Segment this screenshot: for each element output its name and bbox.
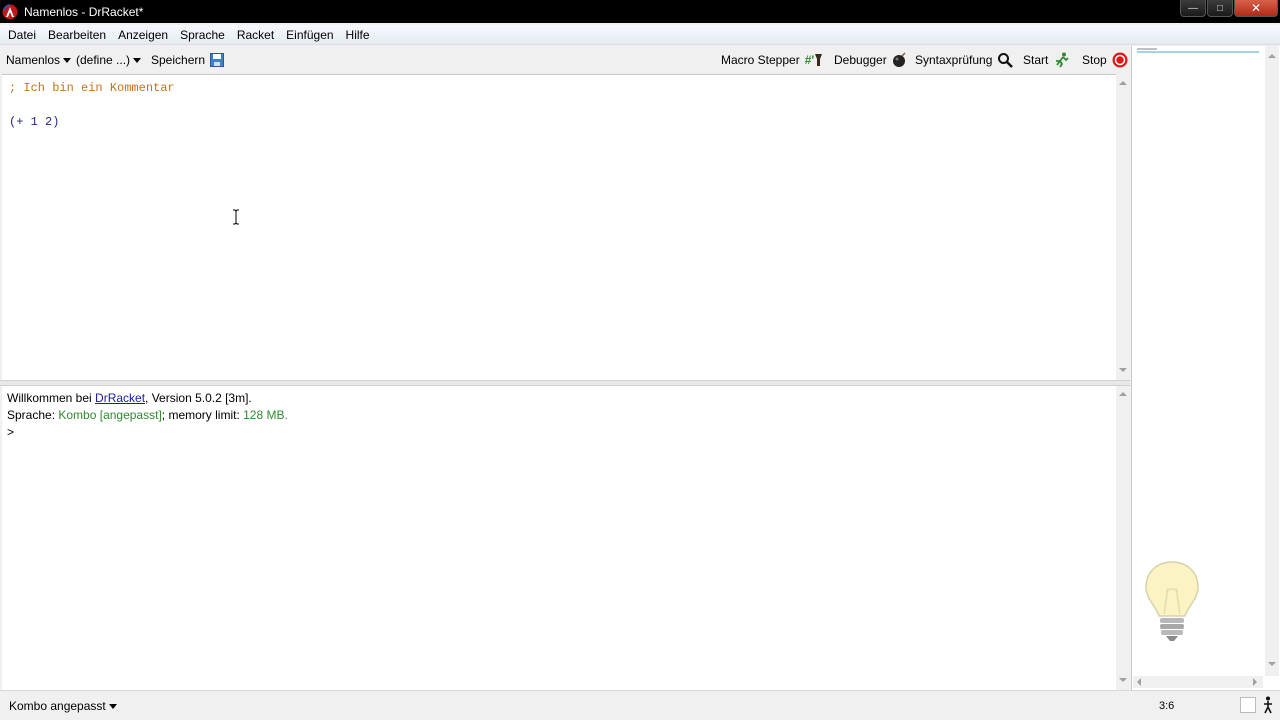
contour-text-preview	[1137, 48, 1157, 50]
menu-racket[interactable]: Racket	[231, 25, 280, 45]
maximize-button[interactable]: □	[1207, 0, 1233, 17]
macro-stepper-icon: #'	[805, 53, 824, 67]
definitions-editor[interactable]: ; Ich bin ein Kommentar (+ 1 2)	[2, 74, 1116, 380]
language-prefix: Sprache:	[7, 408, 59, 422]
minimize-button[interactable]: —	[1180, 0, 1206, 17]
menu-einfuegen[interactable]: Einfügen	[280, 25, 339, 45]
program-contour-panel[interactable]	[1131, 46, 1280, 690]
running-man-status-icon	[1264, 696, 1272, 714]
debugger-label: Debugger	[834, 53, 887, 67]
magnifier-icon	[998, 53, 1014, 68]
stop-icon	[1112, 52, 1128, 68]
toolbar: Namenlos (define ...) Speichern Macro St…	[0, 46, 1280, 74]
save-button[interactable]: Speichern	[151, 46, 225, 74]
drracket-logo-icon	[2, 3, 18, 19]
macro-stepper-glyph: #'	[804, 53, 815, 67]
menu-sprache[interactable]: Sprache	[174, 25, 231, 45]
contour-viewport-indicator	[1137, 51, 1259, 53]
save-label: Speichern	[151, 53, 206, 67]
title-bar: Namenlos - DrRacket* — □ ✕	[0, 0, 1280, 23]
menu-datei[interactable]: Datei	[0, 25, 42, 45]
bomb-icon	[892, 52, 906, 67]
welcome-suffix: , Version 5.0.2 [3m].	[145, 391, 252, 405]
syntax-check-button[interactable]: Syntaxprüfung	[915, 46, 1014, 74]
chevron-down-icon	[133, 57, 142, 63]
syntax-check-label: Syntaxprüfung	[915, 53, 993, 67]
language-value: Kombo [angepasst]	[58, 408, 162, 422]
file-name-label: Namenlos	[6, 53, 61, 67]
define-menu[interactable]: (define ...)	[76, 46, 142, 74]
language-selector-label: Kombo angepasst	[9, 699, 106, 713]
welcome-prefix: Willkommen bei	[7, 391, 96, 405]
lightbulb-icon	[1145, 561, 1199, 641]
window-title: Namenlos - DrRacket*	[24, 4, 144, 19]
status-bar: Kombo angepasst 3:6	[0, 690, 1280, 720]
menu-anzeigen[interactable]: Anzeigen	[112, 25, 174, 45]
drracket-link[interactable]: DrRacket	[95, 391, 145, 405]
language-selector[interactable]: Kombo angepasst	[9, 699, 117, 713]
scroll-up-arrow-icon[interactable]	[1119, 81, 1127, 85]
scroll-down-arrow-icon[interactable]	[1119, 368, 1127, 372]
menu-bar: Datei Bearbeiten Anzeigen Sprache Racket…	[0, 25, 1280, 45]
running-man-icon	[1056, 52, 1069, 68]
repl-prompt: >	[7, 425, 15, 439]
scroll-right-arrow-icon[interactable]	[1253, 678, 1257, 686]
stop-label: Stop	[1082, 53, 1107, 67]
menu-hilfe[interactable]: Hilfe	[340, 25, 376, 45]
cursor-position: 3:6	[1159, 700, 1175, 712]
stop-button[interactable]: Stop	[1082, 46, 1128, 74]
definitions-scrollbar[interactable]	[1116, 74, 1130, 380]
scroll-left-arrow-icon[interactable]	[1137, 678, 1141, 686]
scroll-down-arrow-icon[interactable]	[1268, 662, 1276, 666]
scroll-up-arrow-icon[interactable]	[1119, 392, 1127, 396]
macro-stepper-label: Macro Stepper	[721, 53, 800, 67]
scroll-up-arrow-icon[interactable]	[1268, 54, 1276, 58]
chevron-down-icon	[108, 703, 117, 709]
memory-period: .	[284, 408, 288, 422]
run-button[interactable]: Start	[1023, 46, 1069, 74]
file-name-menu[interactable]: Namenlos	[6, 46, 72, 74]
memory-prefix: ; memory limit:	[161, 408, 244, 422]
scroll-down-arrow-icon[interactable]	[1119, 678, 1127, 682]
run-label: Start	[1023, 53, 1049, 67]
debugger-button[interactable]: Debugger	[834, 46, 908, 74]
interactions-repl[interactable]: Willkommen bei DrRacket, Version 5.0.2 […	[2, 386, 1116, 690]
close-button[interactable]: ✕	[1234, 0, 1278, 17]
memory-value: 128 MB	[243, 408, 285, 422]
code-expression-line: (+ 1 2)	[9, 115, 60, 129]
contour-scrollbar[interactable]	[1265, 46, 1279, 676]
language-line: Sprache: Kombo [angepasst]; memory limit…	[7, 407, 288, 424]
code-comment-line: ; Ich bin ein Kommentar	[9, 81, 175, 95]
menu-bearbeiten[interactable]: Bearbeiten	[42, 25, 112, 45]
floppy-disk-icon	[210, 53, 225, 67]
macro-stepper-button[interactable]: Macro Stepper #'	[721, 46, 823, 74]
define-menu-label: (define ...)	[76, 53, 131, 67]
welcome-line: Willkommen bei DrRacket, Version 5.0.2 […	[7, 390, 252, 407]
interactions-scrollbar[interactable]	[1116, 386, 1130, 690]
chevron-down-icon	[63, 57, 72, 63]
contour-horizontal-scrollbar[interactable]	[1133, 676, 1263, 688]
text-cursor-icon	[233, 209, 239, 225]
status-indicator-box	[1240, 697, 1256, 713]
